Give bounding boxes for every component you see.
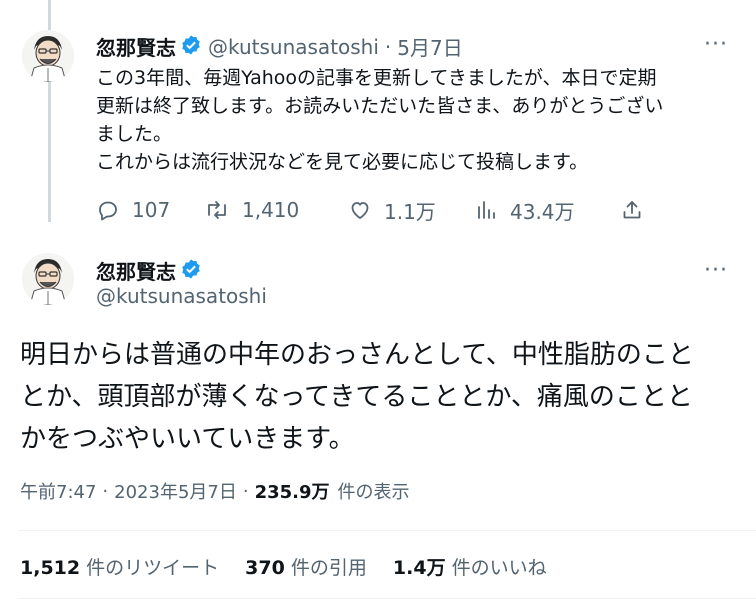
tweet-text-line: ました。 — [96, 123, 173, 145]
views-chart-icon — [478, 201, 495, 219]
engagement-stats: 1,512 件のリツイート 370 件の引用 1.4万 件のいいね — [20, 553, 547, 580]
quotes-stat[interactable]: 370 件の引用 — [245, 553, 367, 580]
avatar[interactable] — [22, 30, 74, 82]
reply-icon — [99, 201, 117, 221]
retweet-button[interactable]: 1,410 — [204, 198, 348, 222]
more-options-icon[interactable]: ··· — [704, 258, 728, 283]
like-count: 1.1万 — [384, 199, 436, 224]
share-icon — [623, 201, 641, 219]
divider — [18, 598, 756, 599]
quote-count: 370 — [245, 557, 285, 579]
tweet-header: 忽那賢志 @kutsunasatoshi · 5月7日 — [96, 32, 463, 61]
author-name[interactable]: 忽那賢志 — [96, 32, 176, 61]
avatar[interactable] — [22, 253, 74, 305]
quote-label: 件の引用 — [290, 557, 367, 579]
tweet-text-line: これからは流行状況などを見て必要に応じて投稿します。 — [96, 151, 589, 173]
action-bar: 107 1,410 1.1万 43.4万 — [96, 195, 656, 225]
verified-badge-icon — [180, 34, 202, 60]
share-button[interactable] — [620, 198, 656, 222]
more-options-icon[interactable]: ··· — [704, 32, 728, 57]
divider — [18, 530, 756, 531]
tweet-text-line: とか、頭頂部が薄くなってきてることとか、痛風のことと — [20, 382, 693, 412]
view-label: 件の表示 — [337, 482, 410, 503]
retweet-count: 1,512 — [20, 557, 81, 579]
main-tweet-body: 明日からは普通の中年のおっさんとして、中性脂肪のこと とか、頭頂部が薄くなってき… — [20, 334, 750, 460]
retweet-icon — [208, 201, 226, 219]
retweet-count: 1,410 — [242, 198, 300, 222]
view-count: 43.4万 — [510, 199, 575, 224]
like-count: 1.4万 — [392, 557, 446, 579]
tweet-date[interactable]: 5月7日 — [397, 32, 462, 61]
tweet-text-line: かをつぶやいいていきます。 — [20, 424, 355, 454]
author-handle[interactable]: @kutsunasatoshi — [96, 284, 267, 308]
tweet-text-line: この3年間、毎週Yahooの記事を更新してきましたが、本日で定期 — [96, 67, 657, 89]
verified-badge-icon — [180, 258, 202, 284]
separator-dot: · — [242, 480, 249, 502]
separator-dot: · — [102, 480, 109, 502]
main-tweet-header: 忽那賢志 — [96, 256, 202, 285]
avatar-illustration — [22, 253, 74, 305]
tweet-date[interactable]: 2023年5月7日 — [114, 478, 237, 504]
separator-dot: · — [384, 34, 392, 59]
like-button[interactable]: 1.1万 — [348, 196, 474, 225]
view-count: 235.9万 — [254, 482, 330, 503]
tweet-time[interactable]: 午前7:47 — [20, 478, 96, 504]
author-name[interactable]: 忽那賢志 — [96, 256, 176, 285]
like-label: 件のいいね — [451, 557, 547, 579]
reply-button[interactable]: 107 — [96, 198, 204, 222]
tweet-text-line: 更新は終了致します。お読みいただいた皆さま、ありがとうござい — [96, 95, 664, 117]
tweet-meta: 午前7:47 · 2023年5月7日 · 235.9万 件の表示 — [20, 478, 410, 504]
heart-icon — [351, 202, 369, 219]
author-handle[interactable]: @kutsunasatoshi — [208, 35, 379, 59]
retweet-label: 件のリツイート — [86, 557, 220, 579]
avatar-illustration — [22, 30, 74, 82]
tweet-body: この3年間、毎週Yahooの記事を更新してきましたが、本日で定期 更新は終了致し… — [96, 64, 746, 176]
tweet-text-line: 明日からは普通の中年のおっさんとして、中性脂肪のこと — [20, 340, 694, 370]
likes-stat[interactable]: 1.4万 件のいいね — [393, 553, 547, 580]
retweets-stat[interactable]: 1,512 件のリツイート — [20, 553, 219, 580]
reply-count: 107 — [132, 198, 171, 222]
views-button[interactable]: 43.4万 — [474, 196, 620, 225]
